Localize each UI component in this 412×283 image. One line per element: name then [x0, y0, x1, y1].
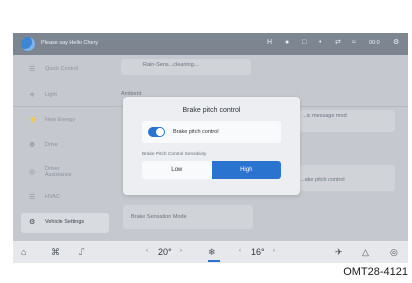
- sidebar-item-driver-assistance[interactable]: ◎ Driver Assistance: [21, 161, 109, 185]
- sidebar-item-label: Driver Assistance: [45, 166, 72, 178]
- left-temperature: 20°: [158, 247, 172, 257]
- quick-control-icon: ☰: [29, 66, 36, 73]
- sidebar-item-hvac[interactable]: ☰ HVAC: [21, 188, 109, 208]
- seat-icon[interactable]: ⑀: [79, 246, 84, 258]
- sidebar-item-label: Quick Control: [45, 66, 79, 72]
- background-text: ...ake pitch control: [300, 177, 345, 183]
- phone-icon[interactable]: ✈: [335, 246, 343, 258]
- energy-icon: ⚡: [29, 117, 38, 124]
- sidebar-item-label: HVAC: [45, 194, 60, 200]
- sidebar-item-label: New Energy: [45, 117, 75, 123]
- background-text: ...ic message mod: [302, 113, 347, 119]
- hold-icon: H: [267, 39, 273, 46]
- sensitivity-label: Brake Pitch Control Sensitivity: [142, 152, 207, 157]
- status-bar: Please say Hello Chery H ● □ • ⇄ ≈ 00:0 …: [13, 33, 408, 55]
- device-icon: □: [302, 39, 307, 46]
- sidebar-item-light[interactable]: ☀ Light: [21, 86, 109, 106]
- high-option-button[interactable]: High: [211, 161, 281, 179]
- sidebar-item-label: Vehicle Settings: [45, 219, 85, 225]
- settings-icon[interactable]: ◎: [390, 246, 398, 258]
- sensitivity-selector: Low High: [142, 161, 281, 179]
- sidebar-item-label: Drive: [45, 142, 58, 148]
- hvac-icon: ☰: [29, 194, 36, 201]
- home-icon[interactable]: ⌂: [21, 246, 26, 258]
- fan-icon[interactable]: ❄: [208, 246, 216, 258]
- clock: 00:0: [369, 40, 380, 46]
- right-temp-decrease-arrow[interactable]: ‹: [239, 248, 241, 254]
- voice-prompt: Please say Hello Chery: [41, 40, 99, 46]
- background-text: Brake Sensation Mode: [131, 214, 187, 220]
- signal-icon: ≈: [352, 39, 356, 46]
- right-temp-increase-arrow[interactable]: ›: [273, 248, 275, 254]
- sidebar-item-drive[interactable]: ☸ Drive: [21, 136, 109, 156]
- sidebar-item-quick-control[interactable]: ☰ Quick Control: [21, 60, 109, 80]
- toggle-label: Brake pitch control: [173, 129, 219, 135]
- dot-icon: •: [319, 39, 322, 46]
- light-icon: ☀: [29, 92, 36, 99]
- message-icon: ●: [285, 39, 290, 46]
- infotainment-screen: Please say Hello Chery H ● □ • ⇄ ≈ 00:0 …: [13, 33, 408, 263]
- bottom-bar: ⌂ ⌘ ⑀ ‹ 20° › ❄ ‹ 16° › ✈ △ ◎: [13, 241, 408, 263]
- figure-id: OMT28-4121: [343, 266, 408, 278]
- brake-pitch-toggle[interactable]: [148, 127, 165, 137]
- left-temp-decrease-arrow[interactable]: ‹: [146, 248, 148, 254]
- voice-assistant-icon[interactable]: [21, 37, 35, 51]
- sidebar-item-label: Light: [45, 92, 57, 98]
- bluetooth-icon: ⇄: [335, 39, 341, 46]
- settings-icon[interactable]: ⚙: [393, 38, 399, 48]
- navigation-icon[interactable]: △: [362, 246, 369, 258]
- sidebar-item-new-energy[interactable]: ⚡ New Energy: [21, 111, 109, 131]
- toggle-knob: [156, 128, 164, 136]
- dialog-title: Brake pitch control: [182, 107, 241, 114]
- apps-icon[interactable]: ⌘: [51, 246, 60, 258]
- vehicle-settings-icon: ⚙: [29, 219, 36, 226]
- background-text: Rain-Sens...cleaning...: [143, 62, 199, 68]
- left-temp-increase-arrow[interactable]: ›: [180, 248, 182, 254]
- fan-active-indicator: [208, 260, 220, 262]
- settings-sidebar: ☰ Quick Control ☀ Light ⚡ New Energy ☸ D…: [13, 55, 111, 241]
- steering-wheel-icon: ☸: [29, 142, 36, 149]
- right-temperature: 16°: [251, 247, 265, 257]
- toggle-row[interactable]: Brake pitch control: [142, 121, 281, 143]
- low-option-button[interactable]: Low: [142, 161, 212, 179]
- brake-pitch-dialog: Brake pitch control Brake pitch control …: [123, 97, 300, 195]
- sidebar-item-vehicle-settings[interactable]: ⚙ Vehicle Settings: [21, 213, 109, 233]
- driver-assistance-icon: ◎: [29, 169, 36, 176]
